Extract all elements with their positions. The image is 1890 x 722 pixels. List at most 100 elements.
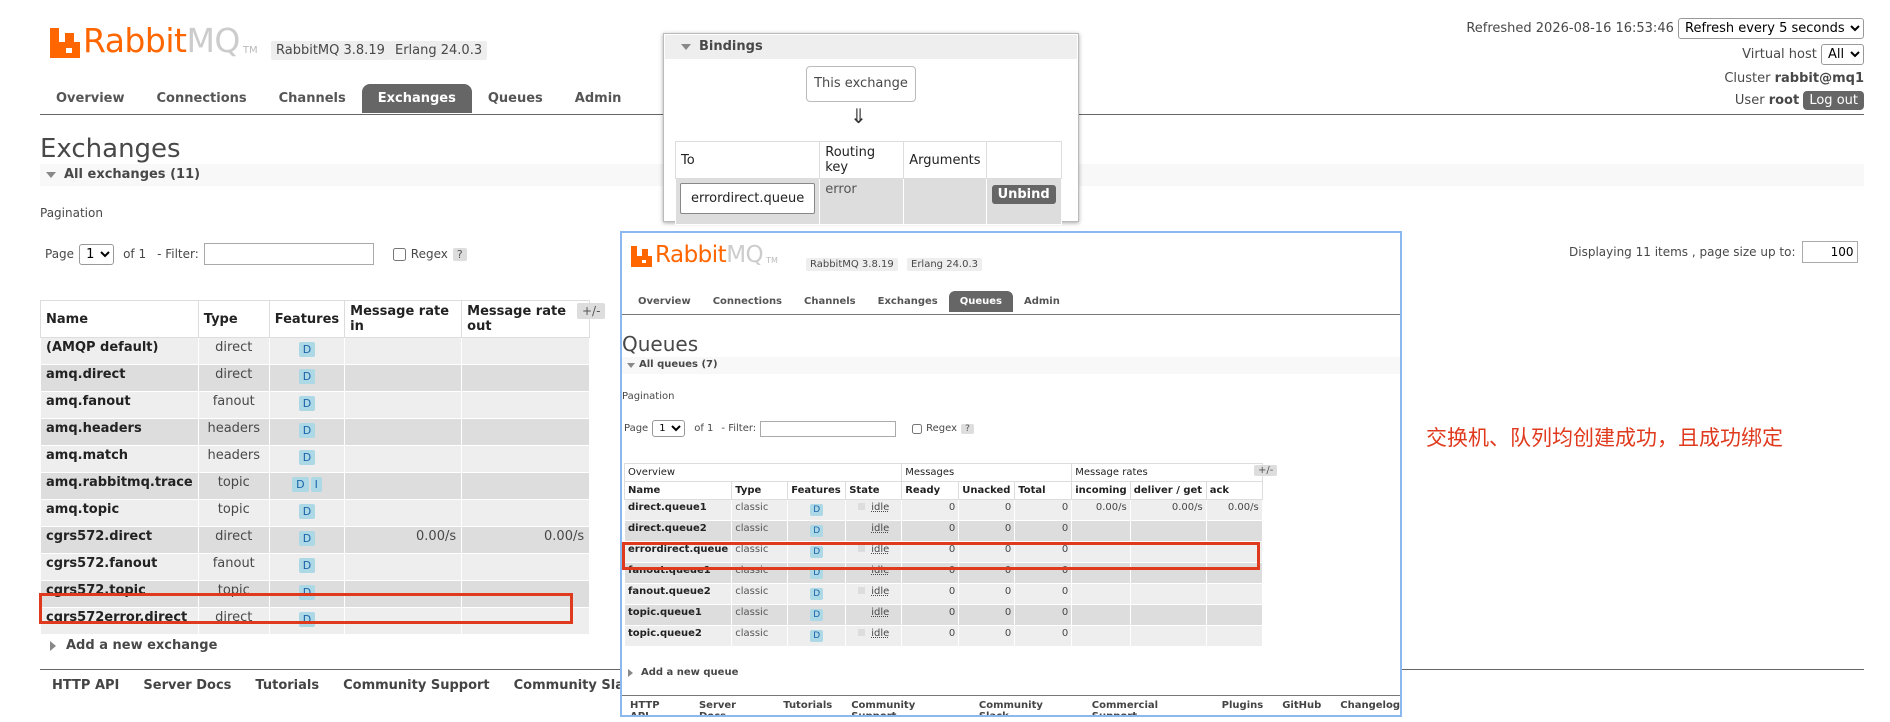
exchange-name-link[interactable]: (AMQP default)	[40, 337, 199, 365]
exchange-row: (AMQP default) direct D	[40, 337, 591, 365]
footer-links: HTTP API Server Docs Tutorials Community…	[52, 678, 640, 693]
virtual-host-select[interactable]: All	[1821, 44, 1864, 65]
footer-link: Tutorials	[783, 700, 833, 711]
binding-routing-key: error	[819, 178, 905, 225]
exchange-rate-out	[461, 445, 591, 473]
queue-row: fanout.queue2 classic Didle 0 0 0	[623, 583, 1263, 605]
exchange-name-link[interactable]: cgrs572.fanout	[40, 553, 199, 581]
exchange-name-link[interactable]: cgrs572.direct	[40, 526, 199, 554]
exchange-name-link[interactable]: amq.match	[40, 445, 199, 473]
annotation-note: 交换机、队列均创建成功，且成功绑定	[1426, 426, 1783, 450]
exchange-rate-out: 0.00/s	[461, 526, 591, 554]
exchange-name-link[interactable]: amq.topic	[40, 499, 199, 527]
footer-link[interactable]: Community Support	[343, 678, 490, 693]
add-exchange-toggle[interactable]: Add a new exchange	[50, 638, 217, 653]
tab-connections[interactable]: Connections	[141, 84, 263, 113]
rabbitmq-logo[interactable]: Rabbit MQ TM	[50, 22, 258, 58]
main-nav: Overview Connections Channels Exchanges …	[40, 84, 637, 113]
queue-ready: 0	[901, 499, 960, 521]
logout-button[interactable]: Log out	[1803, 91, 1864, 110]
tab-exchanges: Exchanges	[877, 296, 938, 307]
binding-destination-link[interactable]: errordirect.queue	[680, 183, 816, 214]
queue-incoming	[1071, 604, 1131, 626]
feature-badge: D	[810, 504, 824, 516]
exchange-features: D	[268, 499, 346, 527]
feature-badge: D	[810, 630, 824, 642]
logo-text-rabbit: Rabbit	[655, 242, 727, 268]
bindings-table: To Routing key Arguments errordirect.que…	[674, 141, 1062, 225]
footer-link: Community Support	[851, 700, 916, 717]
tab-exchanges[interactable]: Exchanges	[361, 84, 472, 113]
feature-badge: I	[310, 477, 322, 492]
queue-features: D	[787, 583, 847, 605]
logo-text-mq: MQ	[726, 242, 764, 268]
add-exchange-label: Add a new exchange	[66, 638, 218, 653]
queue-type: classic	[731, 583, 789, 605]
tab-channels[interactable]: Channels	[263, 84, 362, 113]
exchange-rate-out	[461, 472, 591, 500]
queue-ack	[1205, 520, 1263, 542]
queue-ack	[1205, 583, 1263, 605]
queue-unacked: 0	[958, 520, 1016, 542]
pagination-heading: Pagination	[40, 206, 103, 220]
exchange-type: fanout	[197, 391, 270, 419]
footer-link: Commercial Support	[1091, 700, 1159, 717]
queue-deliver-get	[1129, 520, 1207, 542]
binding-row: errordirect.queue error Unbind	[674, 178, 1062, 225]
filter-label: - Filter:	[721, 423, 757, 434]
col-arguments: Arguments	[903, 141, 987, 179]
refresh-interval-select[interactable]: Refresh every 5 seconds	[1678, 18, 1864, 39]
queue-total: 0	[1014, 499, 1073, 521]
logo-text-mq: MQ	[186, 21, 240, 60]
tab-admin[interactable]: Admin	[559, 84, 638, 113]
col-rate-out[interactable]: Message rate out	[461, 300, 591, 338]
queue-deliver-get	[1129, 604, 1207, 626]
expand-triangle-icon	[50, 640, 56, 651]
feature-badge: D	[298, 531, 316, 546]
bindings-panel: Bindings This exchange ⇓ To Routing key …	[663, 33, 1079, 225]
bindings-header[interactable]: Bindings	[665, 35, 1077, 59]
footer-link[interactable]: Tutorials	[255, 678, 319, 693]
footer-link[interactable]: HTTP API	[52, 678, 119, 693]
regex-checkbox[interactable]	[392, 247, 406, 261]
exchange-name-link[interactable]: amq.headers	[40, 418, 199, 446]
exchange-row: cgrs572.direct direct D 0.00/s 0.00/s	[40, 526, 591, 554]
queue-incoming	[1071, 583, 1131, 605]
exchange-features: D	[268, 526, 346, 554]
page-select[interactable]: 1	[79, 243, 115, 265]
unbind-button[interactable]: Unbind	[991, 185, 1056, 204]
exchange-name-link[interactable]: amq.rabbitmq.trace	[40, 472, 199, 500]
columns-toggle[interactable]: +/-	[577, 303, 606, 319]
page-select: 1	[652, 420, 686, 437]
feature-badge: D	[810, 609, 824, 621]
footer-link[interactable]: Server Docs	[143, 678, 231, 693]
col-rate-in[interactable]: Message rate in	[344, 300, 463, 338]
queues-title: Queues	[622, 332, 699, 356]
col-name[interactable]: Name	[40, 300, 199, 338]
exchange-row: amq.topic topic D	[40, 499, 591, 527]
state-dot-icon	[858, 524, 866, 531]
tab-queues[interactable]: Queues	[472, 84, 559, 113]
rabbitmq-logo-icon	[631, 246, 652, 267]
col-type[interactable]: Type	[197, 300, 270, 338]
queue-type: classic	[731, 499, 789, 521]
exchange-rate-out	[461, 364, 591, 392]
exchange-features: D	[268, 337, 346, 365]
queue-ready: 0	[901, 520, 960, 542]
col-routing-key: Routing key	[819, 141, 905, 179]
user-name: root	[1768, 93, 1800, 108]
feature-badge: D	[298, 369, 316, 384]
filter-input[interactable]	[203, 243, 374, 265]
regex-help[interactable]: ?	[452, 247, 467, 261]
collapse-triangle-icon	[627, 363, 635, 368]
exchange-name-link[interactable]: amq.direct	[40, 364, 199, 392]
feature-badge: D	[298, 558, 316, 573]
queue-type: classic	[731, 625, 789, 647]
col-features[interactable]: Features	[268, 300, 346, 338]
queue-state-text: idle	[871, 523, 890, 534]
exchange-name-link[interactable]: amq.fanout	[40, 391, 199, 419]
queue-unacked: 0	[958, 499, 1016, 521]
tab-overview[interactable]: Overview	[40, 84, 141, 113]
queue-state: idle	[845, 583, 903, 605]
page-size-input[interactable]	[1801, 241, 1858, 263]
